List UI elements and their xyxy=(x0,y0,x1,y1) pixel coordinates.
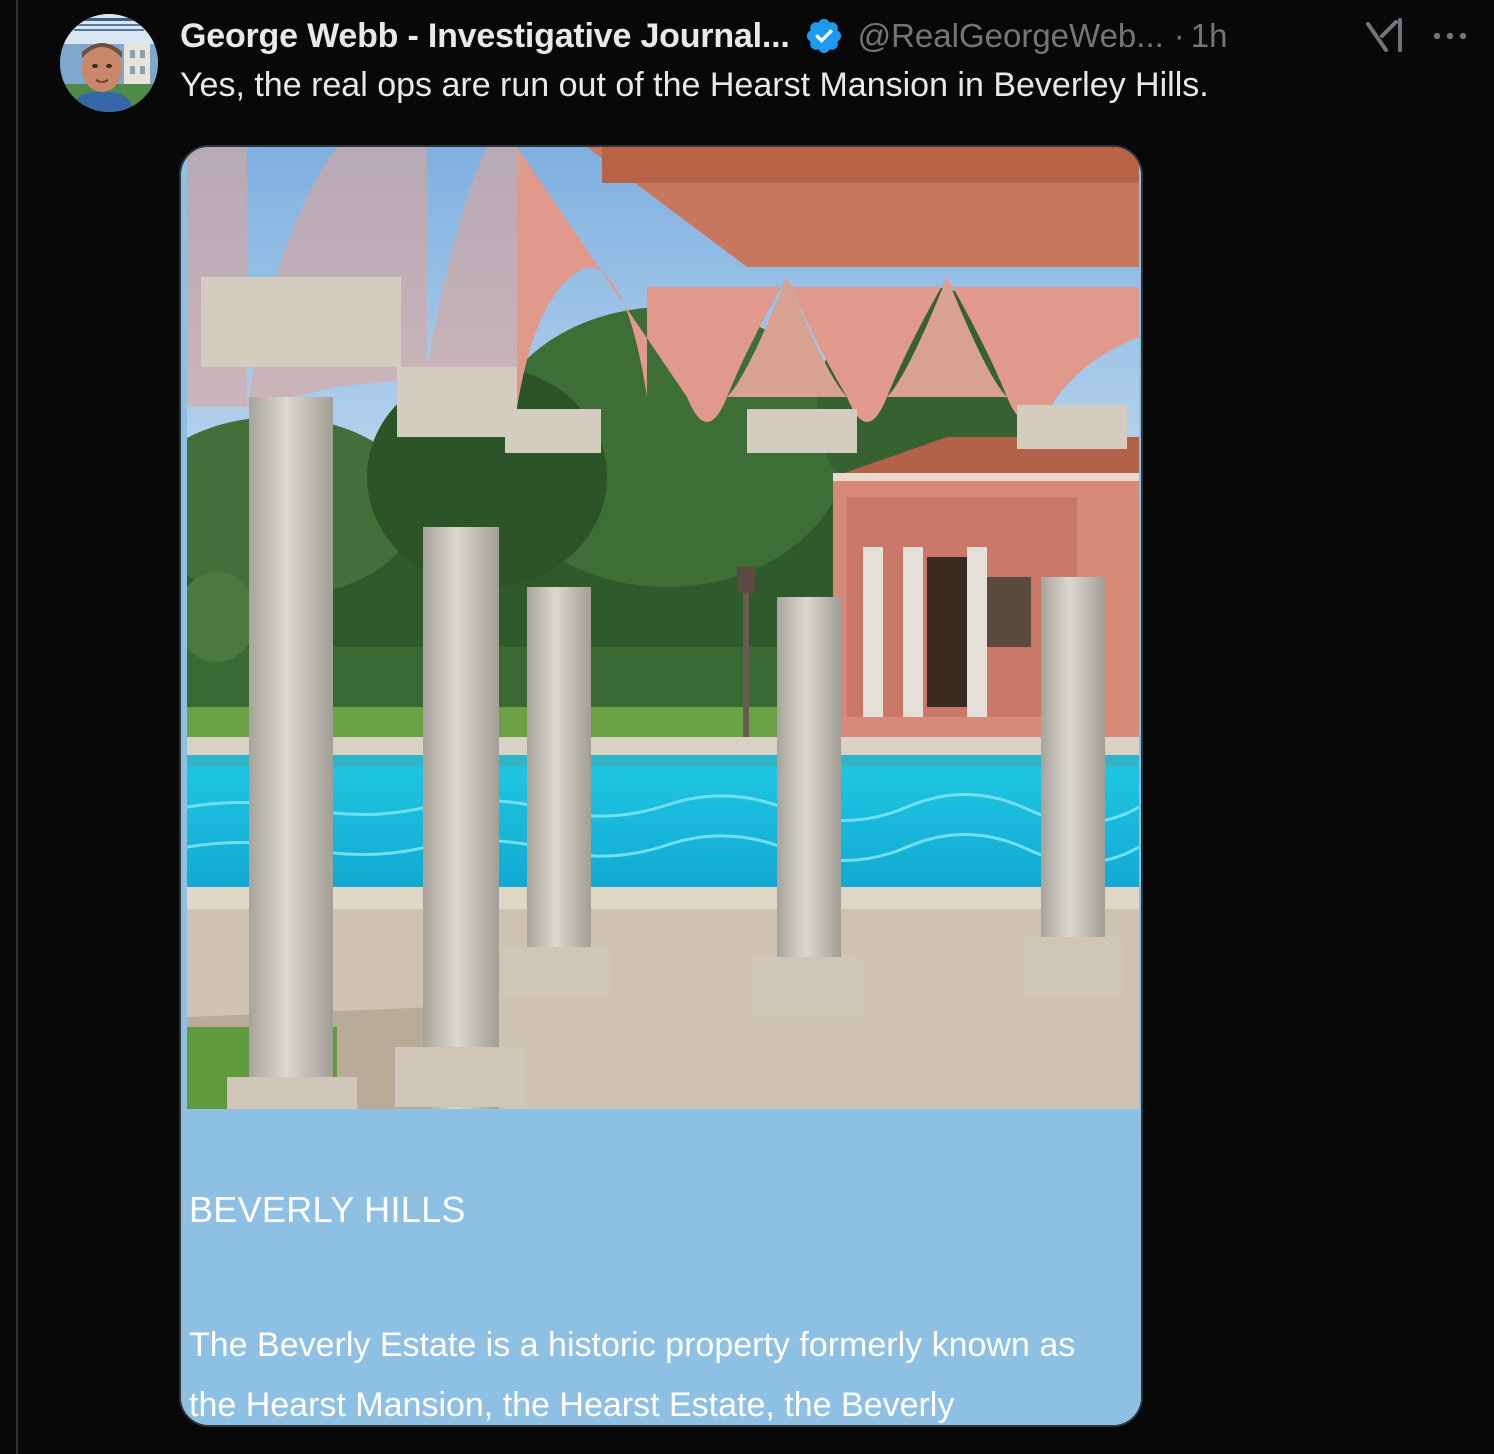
post-text: Yes, the real ops are run out of the Hea… xyxy=(180,66,1209,104)
post-timestamp[interactable]: 1h xyxy=(1191,17,1228,55)
timeline-border xyxy=(16,0,18,1454)
grok-icon[interactable] xyxy=(1362,16,1408,56)
post-media[interactable]: BEVERLY HILLS The Beverly Estate is a hi… xyxy=(179,145,1143,1427)
avatar[interactable] xyxy=(60,14,158,112)
verified-badge-icon xyxy=(804,16,844,56)
media-photo[interactable] xyxy=(181,147,1140,1127)
caption-body: The Beverly Estate is a historic propert… xyxy=(189,1326,1076,1424)
author-handle[interactable]: @RealGeorgeWeb... xyxy=(858,17,1164,55)
post-header: George Webb - Investigative Journal... @… xyxy=(180,14,1228,58)
author-name[interactable]: George Webb - Investigative Journal... xyxy=(180,17,790,56)
more-options-icon[interactable] xyxy=(1430,24,1470,48)
media-caption-panel: BEVERLY HILLS The Beverly Estate is a hi… xyxy=(181,1109,1141,1425)
caption-title: BEVERLY HILLS xyxy=(189,1189,466,1230)
separator-dot: · xyxy=(1173,17,1185,54)
